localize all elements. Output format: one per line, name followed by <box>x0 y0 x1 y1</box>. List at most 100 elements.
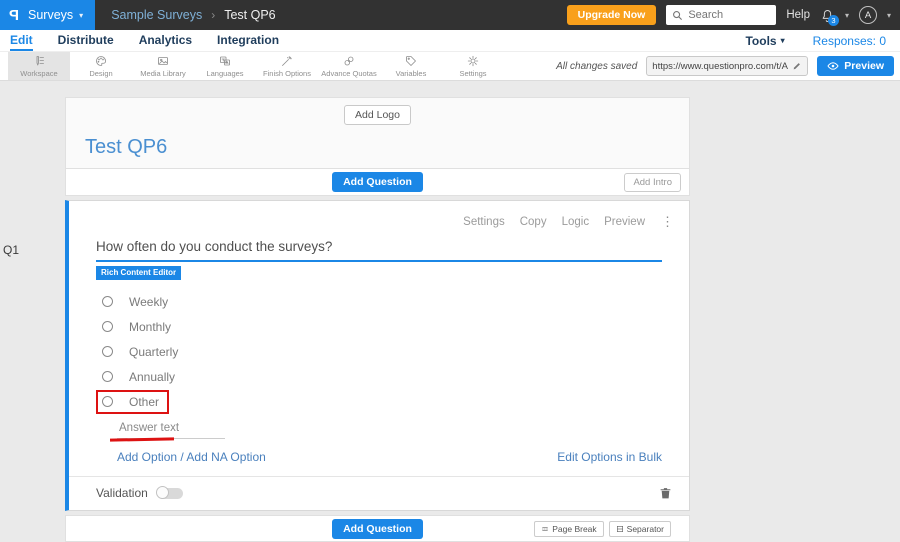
question-copy-link[interactable]: Copy <box>520 216 547 228</box>
notifications-button[interactable]: 3 <box>820 8 839 26</box>
radio-button-icon[interactable] <box>102 321 113 332</box>
survey-header: Add Logo Test QP6 <box>65 97 690 169</box>
breadcrumb-current: Test QP6 <box>224 8 276 22</box>
toolbar-item-workspace[interactable]: Workspace <box>8 52 70 80</box>
answer-option-row: Annually <box>96 364 662 389</box>
toolbar-item-design[interactable]: Design <box>70 52 132 80</box>
toggle-knob <box>155 485 169 499</box>
answer-option-label[interactable]: Annually <box>129 370 175 384</box>
toolbar-item-settings[interactable]: Settings <box>442 52 504 80</box>
preview-label: Preview <box>844 60 884 72</box>
palette-icon <box>96 55 106 66</box>
answer-option-row: Other <box>96 389 662 414</box>
add-question-strip-top: Add Question Add Intro <box>65 169 690 196</box>
breadcrumb-parent[interactable]: Sample Surveys <box>111 8 202 22</box>
chevron-down-icon: ▾ <box>79 10 84 20</box>
translate-icon <box>220 56 230 65</box>
question-text[interactable]: How often do you conduct the surveys? <box>96 239 662 262</box>
toolbar-item-variables[interactable]: Variables <box>380 52 442 80</box>
save-status: All changes saved <box>556 60 638 72</box>
top-bar: P Surveys ▾ Sample Surveys › Test QP6 Up… <box>0 0 900 30</box>
add-option-link[interactable]: Add Option <box>117 450 177 464</box>
chevron-down-icon[interactable]: ▾ <box>887 11 891 20</box>
notification-count-badge: 3 <box>827 14 839 26</box>
responses-link[interactable]: Responses: 0 <box>813 34 886 48</box>
breadcrumb: Sample Surveys › Test QP6 <box>111 8 275 22</box>
add-na-option-link[interactable]: Add NA Option <box>186 450 265 464</box>
upgrade-now-button[interactable]: Upgrade Now <box>566 5 657 25</box>
validation-toggle[interactable] <box>155 485 183 499</box>
question-footer: Validation <box>69 476 689 510</box>
question-preview-link[interactable]: Preview <box>604 216 645 228</box>
add-intro-button[interactable]: Add Intro <box>624 173 681 192</box>
survey-url-field[interactable] <box>646 56 809 76</box>
answer-option-label[interactable]: Other <box>129 395 159 409</box>
edit-options-in-bulk-link[interactable]: Edit Options in Bulk <box>557 450 662 464</box>
question-actions: Settings Copy Logic Preview ⋮ <box>69 201 689 230</box>
chevron-down-icon[interactable]: ▾ <box>845 11 849 20</box>
eye-icon <box>827 62 839 70</box>
separator-icon <box>616 526 623 532</box>
page-break-label: Page Break <box>552 524 597 534</box>
rich-content-editor-badge[interactable]: Rich Content Editor <box>96 265 182 280</box>
survey-url-input[interactable] <box>652 60 789 72</box>
page-break-button[interactable]: Page Break <box>534 521 604 537</box>
tag-icon <box>406 55 416 66</box>
separator-label: Separator <box>626 524 664 534</box>
gear-icon <box>467 55 479 66</box>
question-block: Settings Copy Logic Preview ⋮ How often … <box>65 200 690 511</box>
chevron-down-icon: ▾ <box>780 36 785 45</box>
survey-card: Add Logo Test QP6 Add Question Add Intro… <box>65 97 690 542</box>
link-separator: / <box>180 450 184 464</box>
add-question-button-top[interactable]: Add Question <box>332 172 423 192</box>
answer-options: Weekly Monthly Quarterly Annually Other <box>96 289 662 414</box>
annotation-underline <box>109 437 175 442</box>
workspace-icon <box>36 55 44 65</box>
toolbar-item-media-library[interactable]: Media Library <box>132 52 194 80</box>
survey-title[interactable]: Test QP6 <box>85 136 689 159</box>
toolbar-item-finish-options[interactable]: Finish Options <box>256 52 318 80</box>
answer-option-row: Weekly <box>96 289 662 314</box>
separator-button[interactable]: Separator <box>608 521 671 537</box>
page-break-icon <box>542 527 548 531</box>
tools-menu[interactable]: Tools ▾ <box>745 34 784 48</box>
avatar[interactable]: A <box>858 6 877 24</box>
breadcrumb-separator-icon: › <box>211 8 216 22</box>
add-question-strip-bottom: Add Question Page Break Separator <box>65 515 690 542</box>
toolbar-item-languages[interactable]: Languages <box>194 52 256 80</box>
image-icon <box>158 56 168 65</box>
question-settings-link[interactable]: Settings <box>463 216 505 228</box>
pencil-icon[interactable] <box>792 61 802 71</box>
answer-option-row: Quarterly <box>96 339 662 364</box>
tab-distribute[interactable]: Distribute <box>58 31 114 51</box>
tab-edit[interactable]: Edit <box>10 31 33 51</box>
global-search[interactable] <box>666 5 777 25</box>
search-icon <box>673 10 683 20</box>
chain-icon <box>344 56 354 65</box>
question-logic-link[interactable]: Logic <box>562 216 590 228</box>
survey-editor-canvas: Q1 Add Logo Test QP6 Add Question Add In… <box>0 97 900 542</box>
section-nav: Edit Distribute Analytics Integration To… <box>0 30 900 51</box>
search-input[interactable] <box>688 9 771 21</box>
tools-label: Tools <box>745 33 777 48</box>
help-link[interactable]: Help <box>786 9 810 21</box>
surveys-product-menu[interactable]: P Surveys ▾ <box>0 0 96 30</box>
tab-integration[interactable]: Integration <box>217 31 279 51</box>
tab-analytics[interactable]: Analytics <box>139 31 192 51</box>
more-options-icon[interactable]: ⋮ <box>661 214 674 230</box>
radio-button-icon[interactable] <box>102 296 113 307</box>
preview-button[interactable]: Preview <box>817 56 894 76</box>
radio-button-icon[interactable] <box>102 346 113 357</box>
answer-option-label[interactable]: Quarterly <box>129 345 178 359</box>
add-question-button-bottom[interactable]: Add Question <box>332 518 423 539</box>
answer-option-label[interactable]: Weekly <box>129 295 168 309</box>
answer-option-row: Monthly <box>96 314 662 339</box>
other-answer-row <box>109 418 662 442</box>
radio-button-icon[interactable] <box>102 396 113 407</box>
add-logo-button[interactable]: Add Logo <box>344 105 411 125</box>
answer-option-label[interactable]: Monthly <box>129 320 171 334</box>
questionpro-logo: P <box>9 6 20 24</box>
wand-icon <box>282 55 292 66</box>
radio-button-icon[interactable] <box>102 371 113 382</box>
toolbar-item-advance-quotas[interactable]: Advance Quotas <box>318 52 380 80</box>
